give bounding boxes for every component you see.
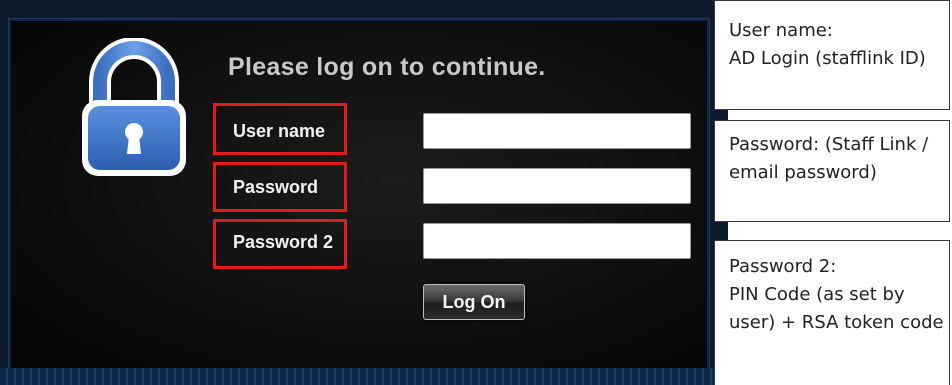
annotation-line: User name: [729, 20, 833, 41]
padlock-icon [82, 38, 186, 176]
annotation-line: user) + RSA token code [729, 312, 944, 333]
username-input[interactable] [423, 113, 691, 149]
logon-button[interactable]: Log On [423, 284, 525, 320]
password-annotation: Password: (Staff Link / email password) [714, 120, 950, 222]
username-label: User name [233, 121, 326, 141]
annotation-line: email password) [729, 162, 877, 183]
login-panel: Please log on to continue. User name Pas… [0, 0, 728, 385]
password-input[interactable] [423, 168, 691, 204]
panel-border-strip [0, 368, 728, 385]
annotation-line: AD Login (stafflink ID) [729, 48, 926, 69]
password-label: Password [233, 177, 319, 197]
username-annotation: User name: AD Login (stafflink ID) [714, 0, 950, 110]
annotation-line: PIN Code (as set by [729, 284, 905, 305]
password2-annotation: Password 2: PIN Code (as set by user) + … [714, 240, 950, 385]
password2-input[interactable] [423, 223, 691, 259]
annotation-line: Password: (Staff Link / [729, 134, 929, 155]
annotation-line: Password 2: [729, 256, 837, 277]
page-title: Please log on to continue. [228, 53, 546, 81]
password2-label: Password 2 [233, 232, 334, 252]
